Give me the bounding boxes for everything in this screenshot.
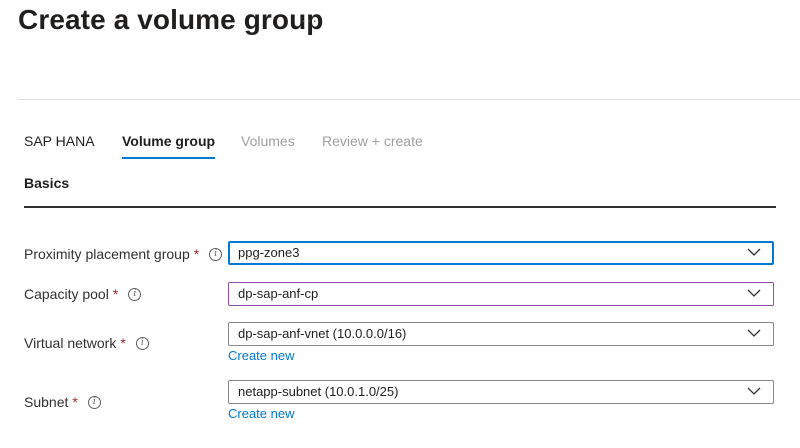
field-label-text: Subnet <box>24 394 69 410</box>
page-title: Create a volume group <box>18 4 324 35</box>
field-label-text: Virtual network <box>24 335 117 351</box>
tab-review-create[interactable]: Review + create <box>322 133 423 157</box>
virtual-network-create-new-link[interactable]: Create new <box>228 348 294 363</box>
dropdown-value: dp-sap-anf-cp <box>238 286 319 301</box>
tab-sap-hana[interactable]: SAP HANA <box>24 133 95 157</box>
required-asterisk: * <box>120 335 126 351</box>
field-label-text: Proximity placement group <box>24 246 190 262</box>
info-icon[interactable]: i <box>135 336 149 350</box>
capacity-pool-label: Capacity pool * i <box>24 286 142 302</box>
info-icon[interactable]: i <box>87 395 101 409</box>
dropdown-value: ppg-zone3 <box>238 245 300 260</box>
tab-volume-group[interactable]: Volume group <box>122 133 216 159</box>
chevron-down-icon <box>747 248 761 256</box>
required-asterisk: * <box>193 246 200 262</box>
chevron-down-icon <box>747 329 761 337</box>
section-title: Basics <box>24 175 70 191</box>
info-icon[interactable]: i <box>128 287 142 301</box>
virtual-network-dropdown[interactable]: dp-sap-anf-vnet (10.0.0.0/16) <box>228 322 774 346</box>
section-divider <box>24 206 776 208</box>
required-asterisk: * <box>72 394 78 410</box>
proximity-placement-group-dropdown[interactable]: ppg-zone3 <box>228 241 774 265</box>
header-divider <box>18 99 800 100</box>
tab-volumes[interactable]: Volumes <box>241 133 295 157</box>
required-asterisk: * <box>112 286 119 302</box>
subnet-label: Subnet * i <box>24 394 101 410</box>
subnet-dropdown[interactable]: netapp-subnet (10.0.1.0/25) <box>228 380 774 404</box>
capacity-pool-dropdown[interactable]: dp-sap-anf-cp <box>228 282 774 306</box>
proximity-placement-group-label: Proximity placement group * i <box>24 246 223 262</box>
subnet-create-new-link[interactable]: Create new <box>228 406 294 421</box>
dropdown-value: dp-sap-anf-vnet (10.0.0.0/16) <box>238 326 407 341</box>
virtual-network-label: Virtual network * i <box>24 335 149 351</box>
dropdown-value: netapp-subnet (10.0.1.0/25) <box>238 384 399 399</box>
info-icon[interactable]: i <box>209 247 223 261</box>
field-label-text: Capacity pool <box>24 286 109 302</box>
chevron-down-icon <box>747 387 761 395</box>
more-icon[interactable]: ··· <box>301 12 318 28</box>
chevron-down-icon <box>747 289 761 297</box>
